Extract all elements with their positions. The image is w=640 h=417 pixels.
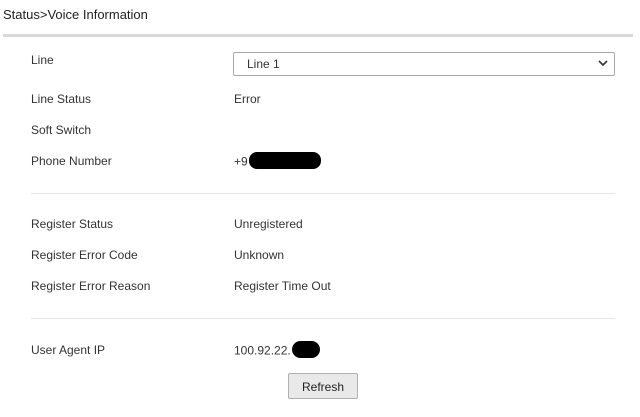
line-select-value: Line 1	[247, 57, 280, 71]
soft-switch-row: Soft Switch	[31, 123, 615, 143]
redaction-mark	[291, 341, 320, 358]
line-status-label: Line Status	[31, 92, 92, 106]
user-agent-ip-label: User Agent IP	[31, 343, 106, 357]
redaction-mark	[248, 152, 321, 169]
register-error-code-label: Register Error Code	[31, 248, 138, 262]
register-status-value: Unregistered	[234, 217, 303, 231]
soft-switch-label: Soft Switch	[31, 123, 92, 137]
user-agent-ip-value: 100.92.22.	[234, 343, 291, 358]
register-status-label: Register Status	[31, 217, 114, 231]
phone-number-label: Phone Number	[31, 154, 112, 168]
register-status-row: Register Status Unregistered	[31, 217, 615, 237]
chevron-down-icon	[598, 60, 608, 67]
register-error-reason-label: Register Error Reason	[31, 279, 151, 293]
line-status-value: Error	[234, 92, 261, 106]
register-error-code-value: Unknown	[234, 248, 285, 262]
phone-number-row: Phone Number +9	[31, 152, 615, 174]
line-select[interactable]: Line 1	[233, 52, 615, 76]
phone-number-value-wrap: +9	[234, 152, 321, 171]
register-error-reason-row: Register Error Reason Register Time Out	[31, 279, 615, 299]
register-error-code-row: Register Error Code Unknown	[31, 248, 615, 268]
refresh-button[interactable]: Refresh	[288, 373, 358, 399]
section-divider	[31, 318, 615, 319]
user-agent-ip-row: User Agent IP 100.92.22.	[31, 341, 615, 363]
section-divider	[31, 193, 615, 194]
user-agent-ip-value-wrap: 100.92.22.	[234, 341, 320, 360]
header-divider	[3, 34, 633, 37]
register-error-reason-value: Register Time Out	[234, 279, 331, 293]
breadcrumb: Status>Voice Information	[3, 7, 148, 22]
line-status-row: Line Status Error	[31, 92, 615, 112]
line-label: Line	[31, 53, 54, 67]
phone-number-value: +9	[234, 154, 248, 169]
